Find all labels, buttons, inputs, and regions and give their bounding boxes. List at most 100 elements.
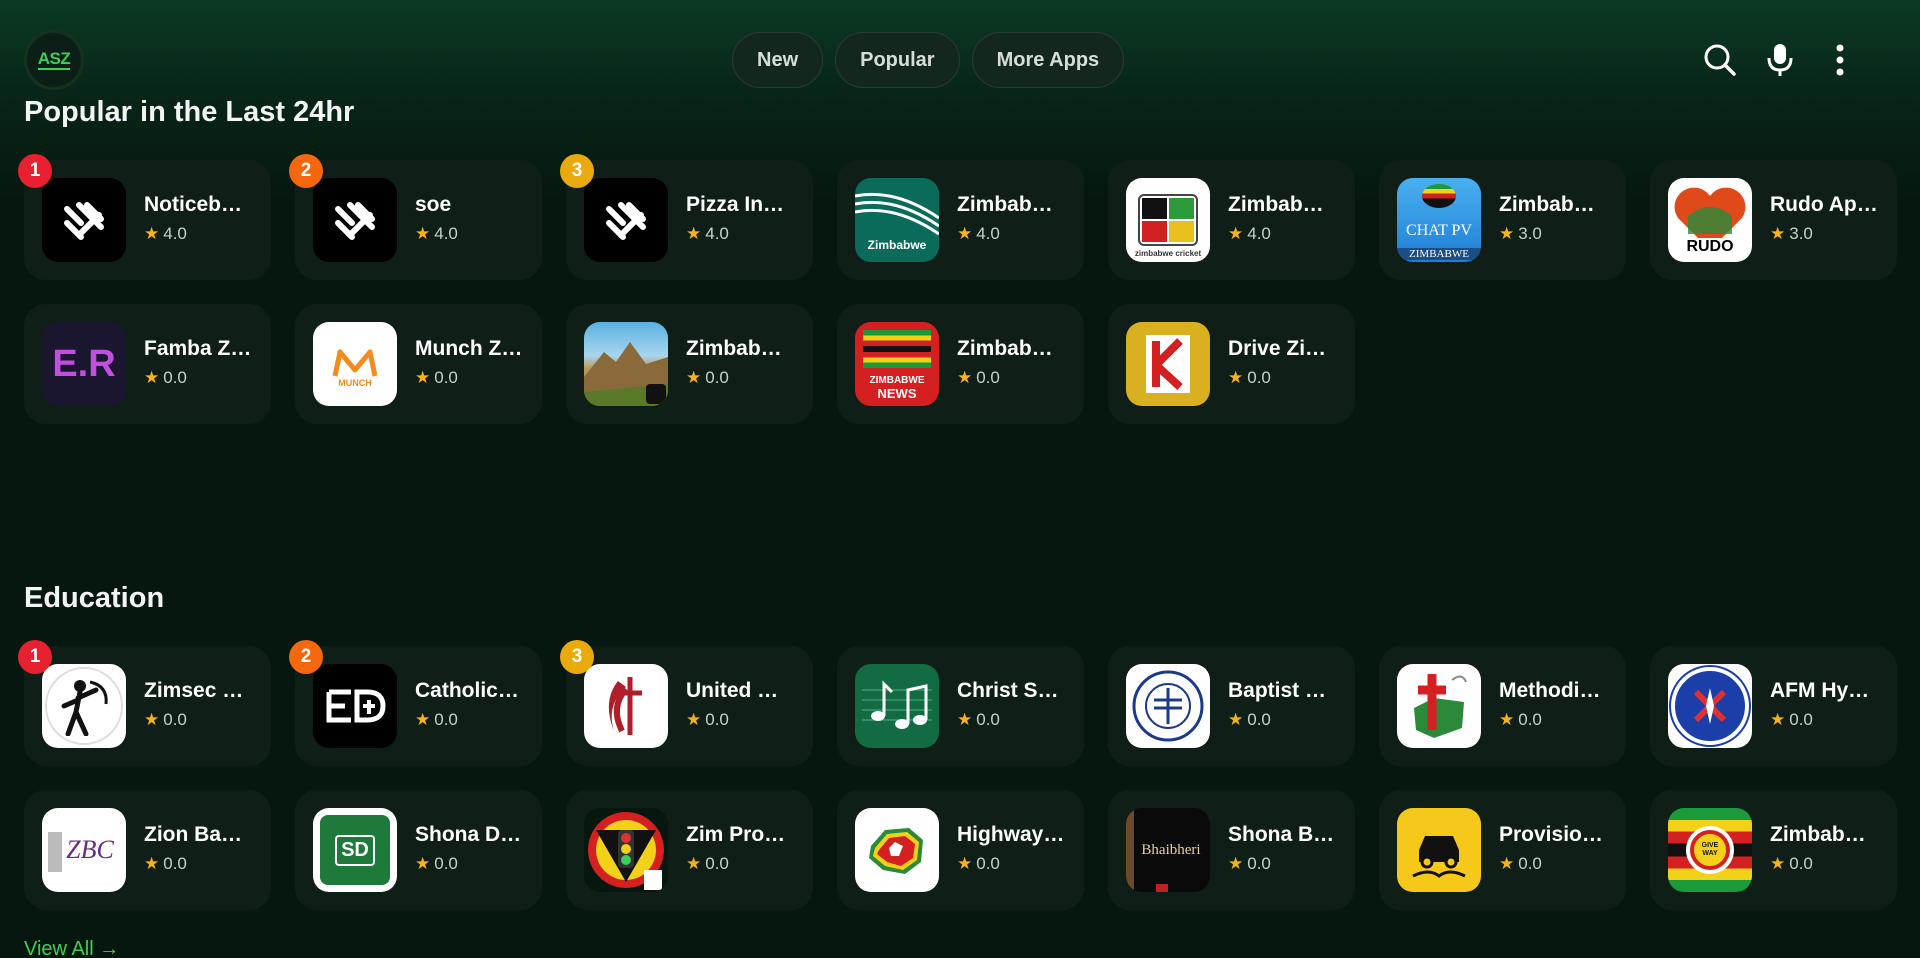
app-rating: ★ 0.0	[1228, 854, 1271, 874]
rudo-heart-logo: RUDO	[1668, 178, 1752, 262]
star-icon: ★	[415, 368, 431, 387]
star-icon: ★	[686, 710, 702, 729]
app-rating: ★ 4.0	[1228, 224, 1271, 244]
view-all-link[interactable]: View All →	[24, 938, 119, 958]
star-icon: ★	[1770, 710, 1786, 729]
traffic-light-logo	[584, 808, 668, 892]
app-rating: ★ 0.0	[1228, 368, 1271, 388]
app-name: soe	[415, 193, 452, 216]
app-card[interactable]: Bhaibheri Shona B… ★ 0.0	[1108, 790, 1355, 910]
app-name: Zimbab…	[686, 337, 782, 360]
app-card[interactable]: Zim Pro… ★ 0.0	[566, 790, 813, 910]
rating-value: 0.0	[163, 854, 187, 873]
star-icon: ★	[686, 224, 702, 243]
icon-label: Zimbabwe	[867, 238, 927, 252]
icon-label: MUNCH	[338, 378, 372, 388]
microphone-icon[interactable]	[1760, 40, 1800, 80]
rating-value: 4.0	[434, 224, 458, 243]
app-card[interactable]: Catholic… ★ 0.0 2	[289, 640, 542, 766]
baptist-seal-logo	[1126, 664, 1210, 748]
icon-label: ZIMBABWE	[1397, 248, 1481, 260]
app-card[interactable]: soe ★ 4.0 2	[289, 154, 542, 280]
app-card[interactable]: SD Shona D… ★ 0.0	[295, 790, 542, 910]
app-name: Baptist …	[1228, 679, 1327, 702]
app-card[interactable]: CHAT PV ZIMBABWE Zimbab… ★ 3.0	[1379, 160, 1626, 280]
rank-badge: 3	[560, 154, 594, 188]
app-rating: ★ 0.0	[144, 710, 187, 730]
rating-value: 0.0	[1789, 710, 1813, 729]
app-rating: ★ 0.0	[957, 710, 1000, 730]
app-card[interactable]: zimbabwe cricket Zimbab… ★ 4.0	[1108, 160, 1355, 280]
app-card[interactable]: ZBC Zion Ba… ★ 0.0	[24, 790, 271, 910]
nav-pills: New Popular More Apps	[732, 32, 1125, 88]
header-actions	[1700, 40, 1920, 80]
app-rating: ★ 0.0	[1499, 854, 1542, 874]
app-card[interactable]: ZIMBABWE NEWS Zimbab… ★ 0.0	[837, 304, 1084, 424]
star-icon: ★	[1228, 854, 1244, 873]
app-rating: ★ 3.0	[1499, 224, 1542, 244]
rating-value: 4.0	[1247, 224, 1271, 243]
app-card[interactable]: Methodi… ★ 0.0	[1379, 646, 1626, 766]
rating-value: 4.0	[705, 224, 729, 243]
app-card[interactable]: Baptist … ★ 0.0	[1108, 646, 1355, 766]
slash-x-logo	[42, 178, 126, 262]
app-card[interactable]: Provisio… ★ 0.0	[1379, 790, 1626, 910]
nav-new-button[interactable]: New	[732, 32, 824, 88]
app-card[interactable]: Highway… ★ 0.0	[837, 790, 1084, 910]
rating-value: 0.0	[163, 710, 187, 729]
app-card[interactable]: RUDO Rudo Ap… ★ 3.0	[1650, 160, 1897, 280]
star-icon: ★	[1499, 710, 1515, 729]
star-icon: ★	[686, 368, 702, 387]
app-name: Pizza In…	[686, 193, 785, 216]
top-bar: ASZ New Popular More Apps	[0, 0, 1920, 100]
app-card[interactable]: Pizza In… ★ 4.0 3	[560, 154, 813, 280]
search-icon[interactable]	[1700, 40, 1740, 80]
red-cross-map-logo	[1397, 664, 1481, 748]
app-card[interactable]: United … ★ 0.0 3	[560, 640, 813, 766]
icon-label: GIVE WAY	[1701, 842, 1719, 857]
app-name: United …	[686, 679, 779, 702]
slash-x-logo	[584, 178, 668, 262]
rating-value: 0.0	[705, 368, 729, 387]
app-card[interactable]: Zimbabwe Zimbab… ★ 4.0	[837, 160, 1084, 280]
star-icon: ★	[144, 224, 160, 243]
chat-pv-zimbabwe-logo: CHAT PV ZIMBABWE	[1397, 178, 1481, 262]
star-icon: ★	[144, 854, 160, 873]
app-card[interactable]: E.R Famba Z… ★ 0.0	[24, 304, 271, 424]
methodist-cross-flame-logo	[584, 664, 668, 748]
nav-more-apps-button[interactable]: More Apps	[971, 32, 1125, 88]
star-icon: ★	[957, 710, 973, 729]
icon-label: Bhaibheri	[1141, 841, 1201, 858]
icon-label: zimbabwe cricket	[1134, 249, 1202, 258]
rank-badge: 1	[18, 640, 52, 674]
app-rating: ★ 0.0	[144, 368, 187, 388]
rating-value: 0.0	[705, 710, 729, 729]
rating-value: 3.0	[1518, 224, 1542, 243]
rating-value: 0.0	[434, 710, 458, 729]
app-card[interactable]: AFM Hy… ★ 0.0	[1650, 646, 1897, 766]
star-icon: ★	[144, 710, 160, 729]
icon-label: ZBC	[66, 835, 114, 864]
app-card[interactable]: MUNCH Munch Z… ★ 0.0	[295, 304, 542, 424]
app-card[interactable]: Zimsec … ★ 0.0 1	[18, 640, 271, 766]
more-vertical-icon[interactable]	[1820, 40, 1860, 80]
app-logo[interactable]: ASZ	[24, 30, 84, 90]
app-rating: ★ 4.0	[415, 224, 458, 244]
zimbabwe-news-flag-logo: ZIMBABWE NEWS	[855, 322, 939, 406]
app-card[interactable]: Zimbab… ★ 0.0	[566, 304, 813, 424]
app-rating: ★ 4.0	[686, 224, 729, 244]
section-title-education: Education	[24, 582, 165, 614]
app-card[interactable]: GIVE WAY Zimbab… ★ 0.0	[1650, 790, 1897, 910]
app-card[interactable]: Noticeb… ★ 4.0 1	[18, 154, 271, 280]
star-icon: ★	[415, 224, 431, 243]
star-icon: ★	[415, 854, 431, 873]
app-card[interactable]: Drive Zi… ★ 0.0	[1108, 304, 1355, 424]
nav-popular-button[interactable]: Popular	[835, 32, 960, 88]
app-rating: ★ 0.0	[957, 854, 1000, 874]
app-name: Catholic…	[415, 679, 519, 702]
app-card[interactable]: Christ S… ★ 0.0	[837, 646, 1084, 766]
app-rating: ★ 4.0	[144, 224, 187, 244]
logo-text: ASZ	[37, 49, 71, 70]
catholic-logo	[313, 664, 397, 748]
star-icon: ★	[1499, 224, 1515, 243]
